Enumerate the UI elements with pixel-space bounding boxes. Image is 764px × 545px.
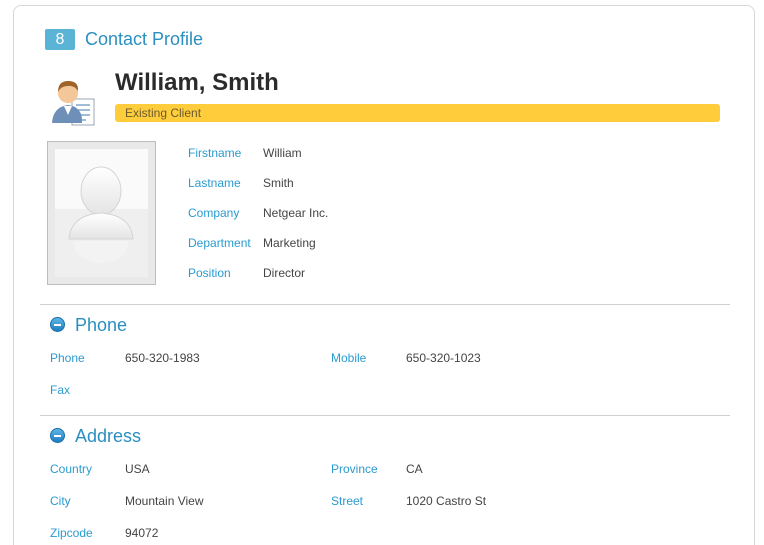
field-label: Mobile (331, 351, 367, 365)
contact-name: William, Smith (115, 69, 279, 96)
field-value: CA (406, 462, 423, 476)
field-value: 650-320-1983 (125, 351, 200, 365)
field-label: Company (188, 206, 240, 220)
field-position: Position Director (188, 263, 388, 283)
field-label: Street (331, 494, 364, 508)
field-lastname: Lastname Smith (188, 173, 388, 193)
divider (40, 415, 730, 416)
field-value: Director (263, 266, 306, 280)
field-value: USA (125, 462, 150, 476)
section-title: Phone (75, 315, 128, 335)
contact-profile-card: 8 Contact Profile William, Smith Existin… (13, 5, 755, 545)
field-label: Country (50, 462, 93, 476)
field-label: Fax (50, 383, 71, 397)
field-value: 650-320-1023 (406, 351, 481, 365)
field-value: Mountain View (125, 494, 204, 508)
field-firstname: Firstname William (188, 143, 388, 163)
field-value: Smith (263, 176, 294, 190)
status-badge: Existing Client (115, 104, 720, 122)
field-label: Zipcode (50, 526, 93, 540)
placeholder-person-icon (55, 149, 148, 277)
field-label: Phone (50, 351, 85, 365)
field-label: Position (188, 266, 231, 280)
collapse-icon[interactable] (50, 317, 65, 332)
count-badge: 8 (45, 29, 75, 50)
field-company: Company Netgear Inc. (188, 203, 388, 223)
collapse-icon[interactable] (50, 428, 65, 443)
contact-photo[interactable] (47, 141, 156, 285)
field-label: City (50, 494, 71, 508)
field-label: Department (188, 236, 251, 250)
field-value: 94072 (125, 526, 159, 540)
field-value: Netgear Inc. (263, 206, 329, 220)
page-title: Contact Profile (85, 29, 204, 49)
field-label: Lastname (188, 176, 241, 190)
section-title: Address (75, 426, 142, 446)
divider (40, 304, 730, 305)
field-label: Firstname (188, 146, 242, 160)
field-department: Department Marketing (188, 233, 388, 253)
field-value: Marketing (263, 236, 316, 250)
field-label: Province (331, 462, 378, 476)
field-value: 1020 Castro St (406, 494, 487, 508)
contact-card-icon (50, 73, 96, 127)
field-value: William (263, 146, 302, 160)
